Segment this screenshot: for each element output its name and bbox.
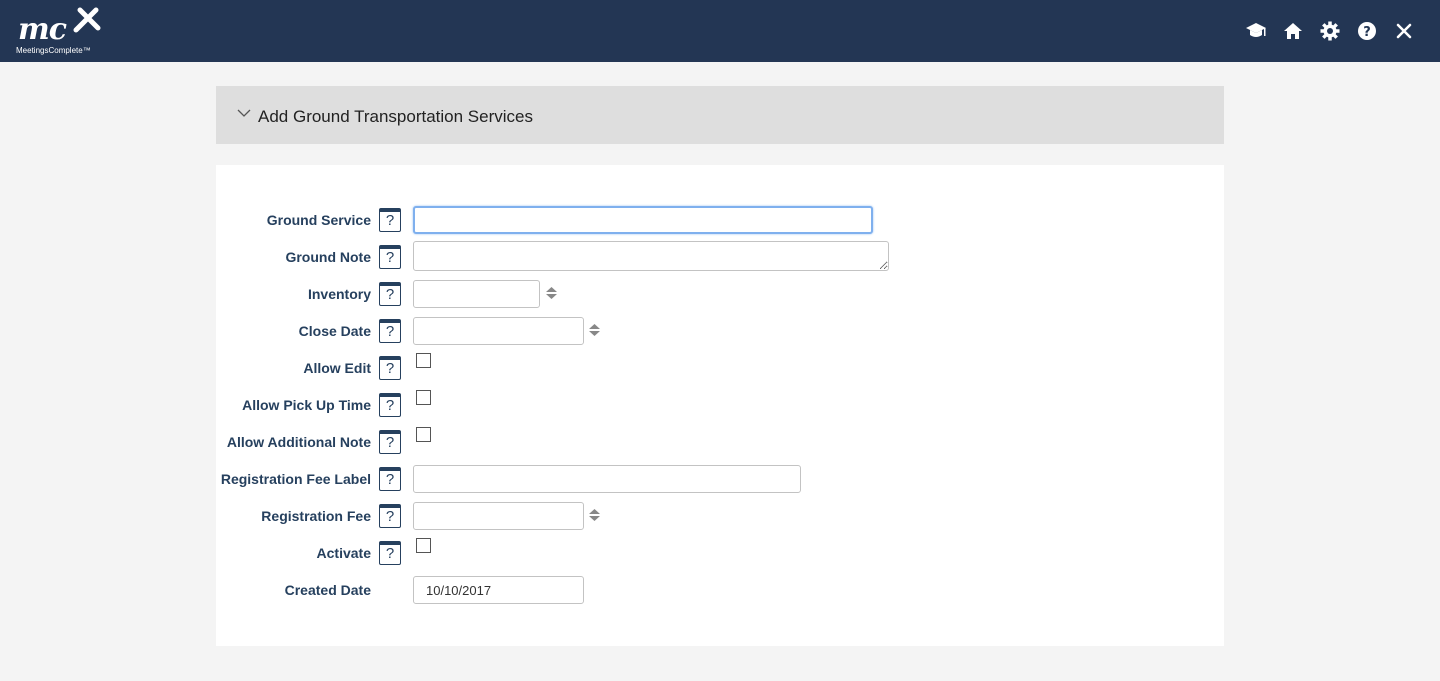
inventory-spinner-icon[interactable] xyxy=(545,286,558,300)
top-bar: mc MeetingsComplete™ ? xyxy=(0,0,1440,62)
panel-title: Add Ground Transportation Services xyxy=(258,107,533,126)
help-circle-icon[interactable]: ? xyxy=(1356,20,1378,42)
ground-service-input[interactable] xyxy=(413,206,873,234)
registration-fee-help-icon[interactable]: ? xyxy=(379,504,401,528)
close-date-input[interactable] xyxy=(413,317,584,345)
graduation-cap-icon[interactable] xyxy=(1245,20,1267,42)
close-date-spinner-icon[interactable] xyxy=(588,323,601,337)
registration-fee-label: Registration Fee xyxy=(261,508,371,524)
header-actions: ? xyxy=(1230,20,1415,42)
plane-icon xyxy=(73,7,101,33)
created-date-input[interactable] xyxy=(413,576,584,604)
svg-text:?: ? xyxy=(1363,25,1371,40)
allow-additional-note-help-icon[interactable]: ? xyxy=(379,430,401,454)
form-row-ground-note: Ground Note ? xyxy=(216,241,1224,273)
registration-fee-label-label: Registration Fee Label xyxy=(220,471,371,487)
close-icon[interactable] xyxy=(1393,20,1415,42)
logo-brand-text: MeetingsComplete™ xyxy=(16,46,91,55)
panel-header[interactable]: Add Ground Transportation Services xyxy=(216,86,1224,144)
created-date-label: Created Date xyxy=(284,582,371,598)
form-row-registration-fee-label: Registration Fee Label ? xyxy=(216,465,1224,495)
registration-fee-spinner-icon[interactable] xyxy=(588,508,601,522)
activate-checkbox[interactable] xyxy=(416,538,431,553)
registration-fee-label-help-icon[interactable]: ? xyxy=(379,467,401,491)
form-row-close-date: Close Date ? xyxy=(216,317,1224,347)
inventory-help-icon[interactable]: ? xyxy=(379,282,401,306)
gear-icon[interactable] xyxy=(1319,20,1341,42)
activate-help-icon[interactable]: ? xyxy=(379,541,401,565)
activate-label: Activate xyxy=(316,545,371,561)
allow-additional-note-label: Allow Additional Note xyxy=(226,434,371,450)
chevron-down-icon[interactable] xyxy=(237,108,251,118)
app-logo[interactable]: mc MeetingsComplete™ xyxy=(16,4,106,58)
ground-note-textarea[interactable] xyxy=(413,241,889,271)
inventory-input[interactable] xyxy=(413,280,540,308)
form-row-ground-service: Ground Service ? xyxy=(216,206,1224,236)
close-date-help-icon[interactable]: ? xyxy=(379,319,401,343)
form-row-allow-pick-up-time: Allow Pick Up Time ? xyxy=(216,390,1224,421)
form-row-created-date: Created Date xyxy=(216,576,1224,606)
allow-pick-up-time-checkbox[interactable] xyxy=(416,390,431,405)
allow-edit-checkbox[interactable] xyxy=(416,353,431,368)
allow-edit-label: Allow Edit xyxy=(303,360,371,376)
registration-fee-input[interactable] xyxy=(413,502,584,530)
form-row-inventory: Inventory ? xyxy=(216,280,1224,310)
ground-note-label: Ground Note xyxy=(285,249,371,265)
allow-pick-up-time-label: Allow Pick Up Time xyxy=(242,397,371,413)
ground-service-help-icon[interactable]: ? xyxy=(379,208,401,232)
form-row-activate: Activate ? xyxy=(216,538,1224,569)
ground-service-label: Ground Service xyxy=(266,212,371,228)
ground-transport-form: Ground Service ? Ground Note ? Inventory… xyxy=(216,165,1224,646)
allow-additional-note-checkbox[interactable] xyxy=(416,427,431,442)
allow-edit-help-icon[interactable]: ? xyxy=(379,356,401,380)
home-icon[interactable] xyxy=(1282,20,1304,42)
ground-note-help-icon[interactable]: ? xyxy=(379,245,401,269)
form-row-registration-fee: Registration Fee ? xyxy=(216,502,1224,532)
form-row-allow-edit: Allow Edit ? xyxy=(216,353,1224,384)
inventory-label: Inventory xyxy=(307,286,371,302)
logo-wordmark: mc xyxy=(18,12,67,47)
allow-pick-up-time-help-icon[interactable]: ? xyxy=(379,393,401,417)
close-date-label: Close Date xyxy=(298,323,371,339)
registration-fee-label-input[interactable] xyxy=(413,465,801,493)
form-row-allow-additional-note: Allow Additional Note ? xyxy=(216,427,1224,458)
